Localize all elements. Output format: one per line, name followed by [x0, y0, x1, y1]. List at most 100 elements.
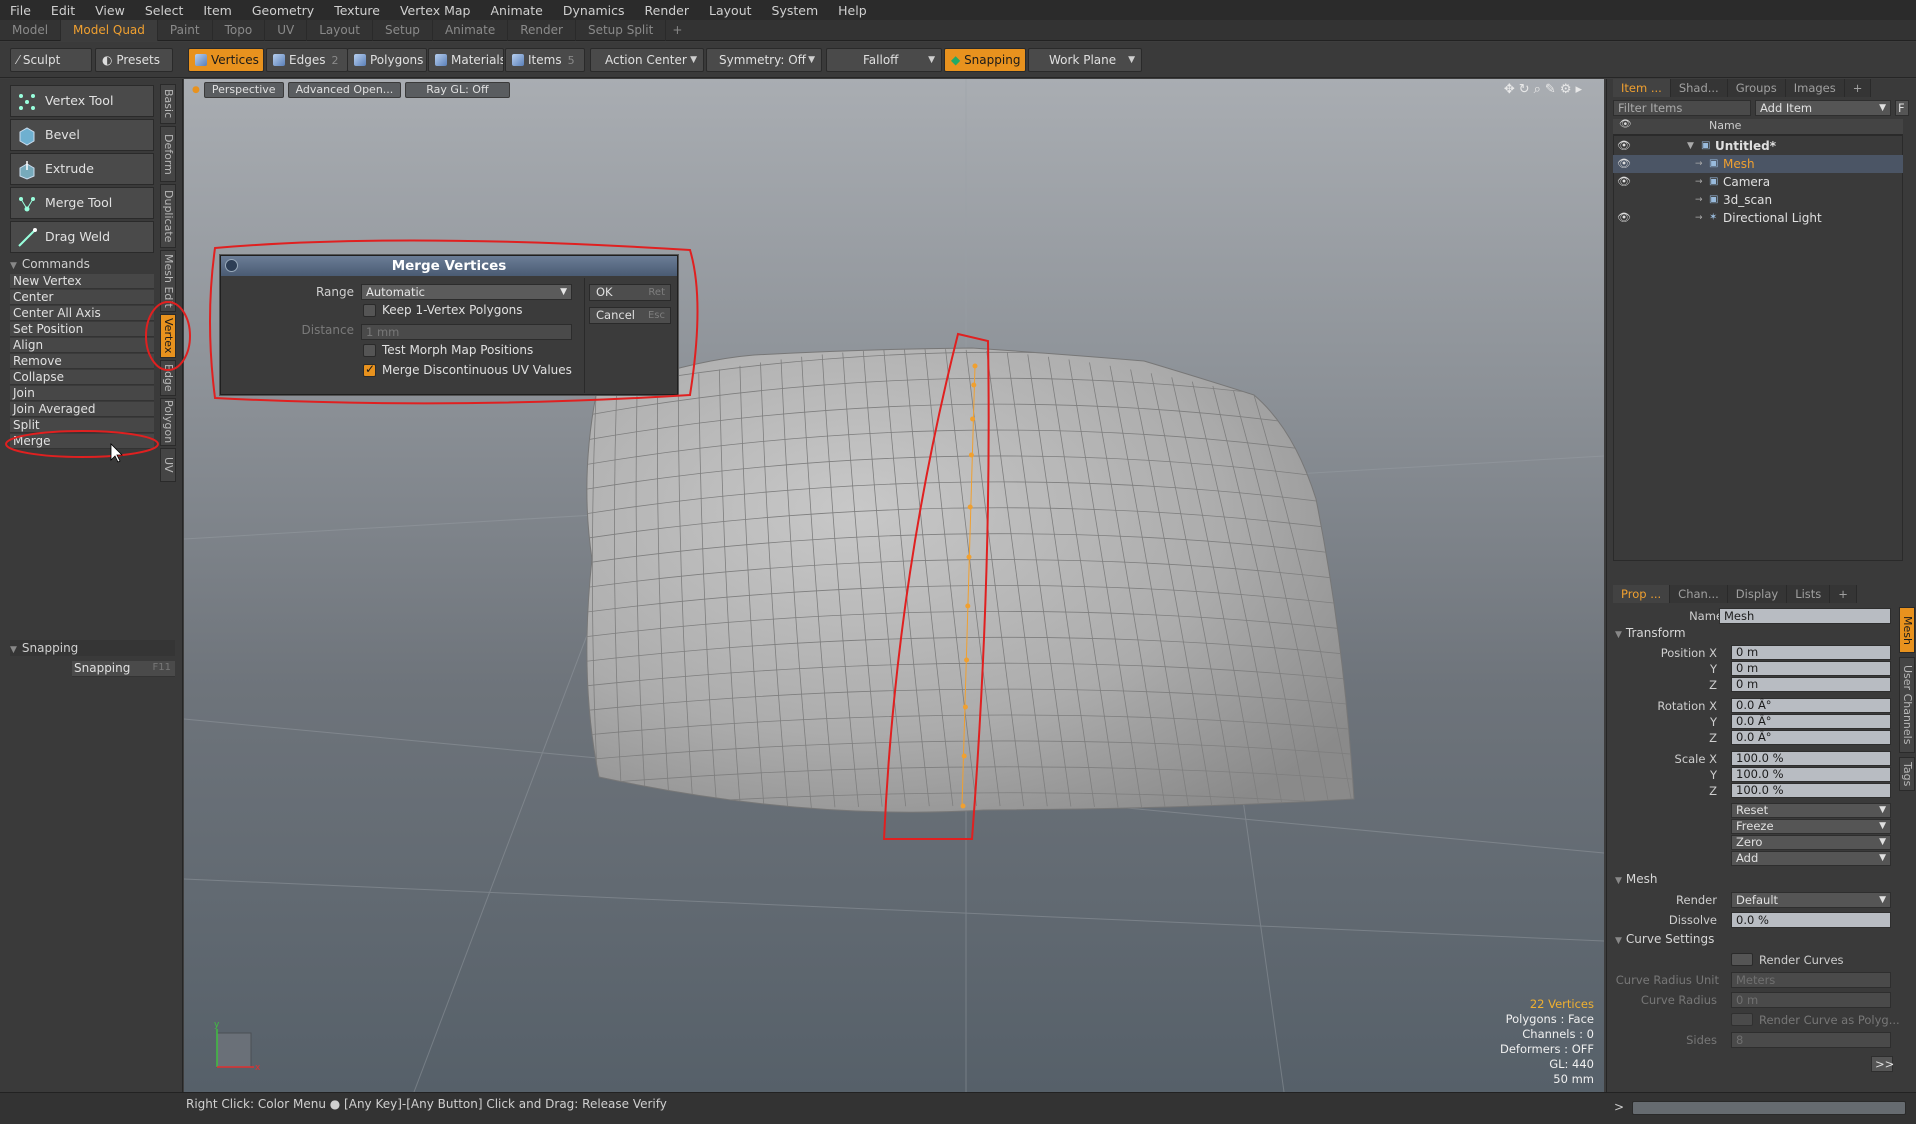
command-set-position[interactable]: Set Position: [10, 322, 154, 337]
layout-tab-layout[interactable]: Layout: [307, 19, 373, 41]
ok-button[interactable]: OK Ret: [589, 284, 671, 301]
items-tab-item[interactable]: Item ...: [1613, 79, 1671, 97]
visibility-eye-icon[interactable]: 👁: [1617, 173, 1631, 191]
position-y-input[interactable]: 0 m: [1731, 661, 1891, 676]
layout-tab-paint[interactable]: Paint: [158, 19, 213, 41]
extrude-button[interactable]: Extrude: [10, 153, 154, 185]
polygons-mode-button[interactable]: Polygons: [347, 48, 427, 72]
bevel-button[interactable]: Bevel: [10, 119, 154, 151]
tree-row-directional-light[interactable]: 👁 → ✶ Directional Light: [1613, 209, 1903, 227]
command-join-averaged[interactable]: Join Averaged: [10, 402, 154, 417]
cancel-button[interactable]: Cancel Esc: [589, 307, 671, 324]
visibility-eye-icon[interactable]: 👁: [1617, 137, 1631, 155]
command-merge[interactable]: Merge: [10, 434, 154, 449]
layout-tab-model[interactable]: Model: [0, 19, 62, 41]
menu-select[interactable]: Select: [135, 3, 194, 18]
command-input[interactable]: [1632, 1101, 1906, 1115]
vertical-tab-duplicate[interactable]: Duplicate: [160, 184, 176, 248]
layout-tab-setup-split[interactable]: Setup Split: [576, 19, 667, 41]
side-tab-user-channels[interactable]: User Channels: [1899, 657, 1915, 753]
tree-row-mesh[interactable]: 👁 → ▣ Mesh: [1613, 155, 1903, 173]
falloff-dropdown[interactable]: Falloff ▼: [826, 48, 942, 72]
selected-vertex[interactable]: [968, 452, 974, 458]
visibility-eye-icon[interactable]: 👁: [1617, 209, 1631, 227]
command-join[interactable]: Join: [10, 386, 154, 401]
filter-toggle-button[interactable]: F: [1895, 100, 1909, 116]
presets-button[interactable]: ◐ Presets: [95, 48, 173, 72]
menu-render[interactable]: Render: [635, 3, 700, 18]
work-plane-dropdown[interactable]: Work Plane ▼: [1028, 48, 1142, 72]
name-input[interactable]: Mesh: [1719, 608, 1891, 624]
mesh-section-header[interactable]: ▼ Mesh: [1615, 872, 1658, 886]
command-center[interactable]: Center: [10, 290, 154, 305]
add-layout-tab-button[interactable]: +: [666, 23, 688, 37]
curve-settings-section-header[interactable]: ▼ Curve Settings: [1615, 932, 1714, 946]
keep-1-vertex-checkbox[interactable]: [363, 304, 376, 317]
dialog-title-bar[interactable]: Merge Vertices: [221, 256, 677, 276]
command-remove[interactable]: Remove: [10, 354, 154, 369]
add-tab-button[interactable]: +: [1830, 585, 1857, 603]
command-align[interactable]: Align: [10, 338, 154, 353]
menu-view[interactable]: View: [85, 3, 135, 18]
props-tab-lists[interactable]: Lists: [1787, 585, 1831, 603]
tree-row-3d-scan[interactable]: → ▣ 3d_scan: [1613, 191, 1903, 209]
visibility-eye-icon[interactable]: 👁: [1617, 155, 1631, 173]
tree-row-camera[interactable]: 👁 → ▣ Camera: [1613, 173, 1903, 191]
items-tab-groups[interactable]: Groups: [1727, 79, 1786, 97]
edges-mode-button[interactable]: Edges 2: [266, 48, 348, 72]
tree-row-untitled[interactable]: 👁 ▼ ▣ Untitled*: [1613, 137, 1903, 155]
command-split[interactable]: Split: [10, 418, 154, 433]
snapping-toggle[interactable]: ◆ Snapping: [944, 48, 1026, 72]
layout-tab-uv[interactable]: UV: [265, 19, 308, 41]
transform-zero-dropdown[interactable]: Zero ▼: [1731, 835, 1891, 850]
selected-vertex[interactable]: [967, 504, 973, 510]
snapping-button[interactable]: Snapping F11: [72, 661, 175, 677]
dissolve-input[interactable]: 0.0 %: [1731, 912, 1891, 928]
add-item-dropdown[interactable]: Add Item ▼: [1755, 100, 1891, 116]
selected-vertex[interactable]: [960, 803, 966, 809]
layout-tab-setup[interactable]: Setup: [373, 19, 433, 41]
items-tab-shad[interactable]: Shad...: [1670, 79, 1728, 97]
vertical-tab-mesh-edit[interactable]: Mesh Edit: [160, 250, 176, 312]
position-x-input[interactable]: 0 m: [1731, 645, 1891, 660]
vertical-tab-vertex[interactable]: Vertex: [160, 314, 176, 358]
snapping-section-header[interactable]: ▼ Snapping: [10, 640, 175, 656]
command-collapse[interactable]: Collapse: [10, 370, 154, 385]
command-new-vertex[interactable]: New Vertex: [10, 274, 154, 289]
menu-item[interactable]: Item: [193, 3, 241, 18]
transform-section-header[interactable]: ▼ Transform: [1615, 626, 1686, 640]
props-tab-display[interactable]: Display: [1727, 585, 1788, 603]
vertical-tab-deform[interactable]: Deform: [160, 126, 176, 182]
filter-items-input[interactable]: Filter Items: [1613, 100, 1751, 116]
scale-x-input[interactable]: 100.0 %: [1731, 751, 1891, 766]
scale-y-input[interactable]: 100.0 %: [1731, 767, 1891, 782]
vertical-tab-uv[interactable]: UV: [160, 448, 176, 482]
layout-tab-model-quad[interactable]: Model Quad: [61, 19, 158, 41]
menu-geometry[interactable]: Geometry: [242, 3, 324, 18]
rotation-x-input[interactable]: 0.0 Â°: [1731, 698, 1891, 713]
vertical-tab-polygon[interactable]: Polygon: [160, 398, 176, 446]
position-z-input[interactable]: 0 m: [1731, 677, 1891, 692]
add-tab-button[interactable]: +: [1844, 79, 1872, 97]
vertex-tool-button[interactable]: Vertex Tool: [10, 85, 154, 117]
render-dropdown[interactable]: Default ▼: [1731, 892, 1891, 908]
drag-weld-button[interactable]: Drag Weld: [10, 221, 154, 253]
render-curves-checkbox[interactable]: [1731, 953, 1753, 966]
more-button[interactable]: >>: [1871, 1056, 1894, 1072]
range-dropdown[interactable]: Automatic ▼: [361, 284, 572, 300]
menu-animate[interactable]: Animate: [481, 3, 553, 18]
merge-tool-button[interactable]: Merge Tool: [10, 187, 154, 219]
scale-z-input[interactable]: 100.0 %: [1731, 783, 1891, 798]
vertical-tab-basic[interactable]: Basic: [160, 84, 176, 124]
merge-uv-checkbox[interactable]: [363, 362, 376, 377]
props-tab-prop[interactable]: Prop ...: [1613, 585, 1671, 603]
rotation-y-input[interactable]: 0.0 Â°: [1731, 714, 1891, 729]
expand-triangle-icon[interactable]: ▼: [1687, 137, 1694, 155]
transform-reset-dropdown[interactable]: Reset ▼: [1731, 803, 1891, 818]
menu-system[interactable]: System: [762, 3, 829, 18]
side-tab-tags[interactable]: Tags: [1899, 757, 1915, 791]
selected-vertex[interactable]: [961, 753, 967, 759]
menu-help[interactable]: Help: [828, 3, 877, 18]
sculpt-button[interactable]: ⁄ Sculpt: [10, 48, 92, 72]
action-center-dropdown[interactable]: Action Center ▼: [590, 48, 704, 72]
